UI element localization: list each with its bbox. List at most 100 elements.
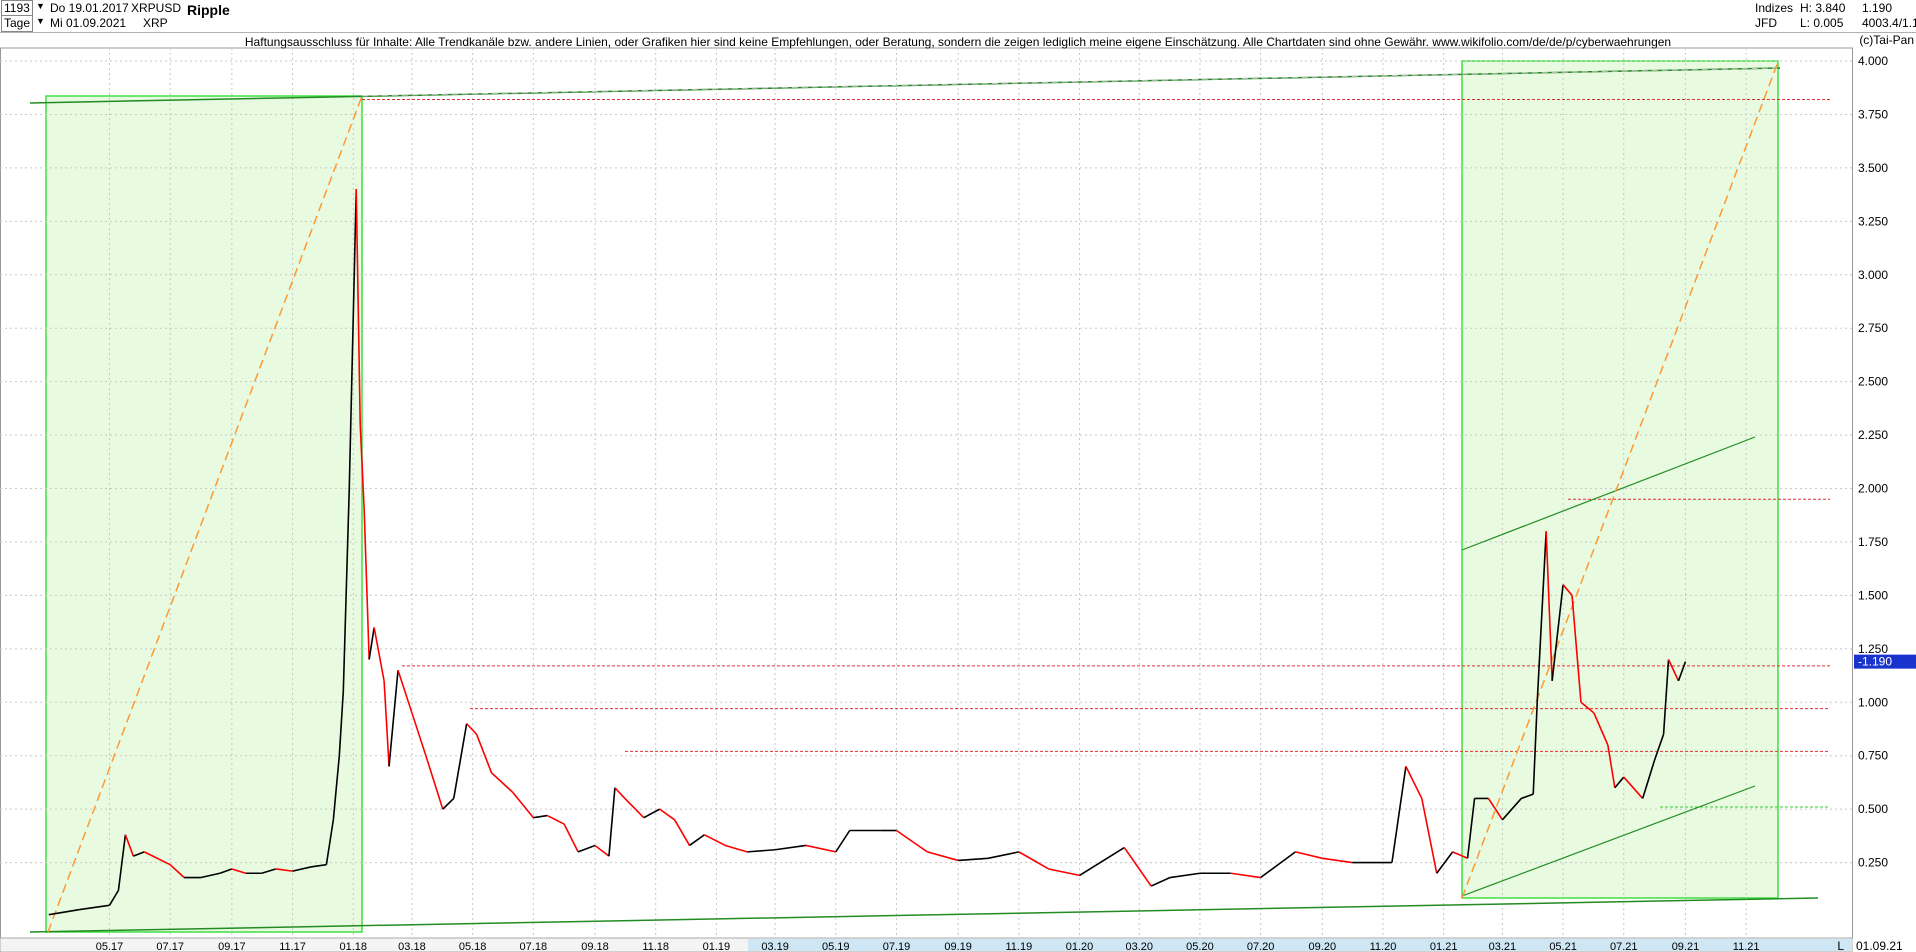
y-tick-label: 3.250 — [1858, 214, 1888, 228]
price-segment — [373, 627, 385, 682]
chart-header: 1193 ▼ Do 19.01.2017 Tage ▼ Mi 01.09.202… — [0, 0, 1916, 33]
price-segment — [577, 844, 596, 853]
x-tick-label: 11.18 — [642, 941, 669, 952]
price-segment — [747, 848, 776, 853]
dropdown-arrow-icon[interactable]: ▼ — [36, 0, 45, 14]
x-tick-label: 01.21 — [1430, 941, 1458, 952]
y-tick-label: 3.500 — [1858, 161, 1888, 175]
price-segment — [624, 797, 645, 819]
x-tick-label: 01.19 — [703, 941, 731, 952]
y-tick-label: 1.500 — [1858, 588, 1888, 602]
y-tick-label: 1.000 — [1858, 695, 1888, 709]
price-segment — [987, 851, 1020, 860]
x-tick-label: 09.17 — [218, 941, 246, 952]
price-segment — [659, 808, 676, 821]
x-tick-label: 05.18 — [459, 941, 487, 952]
high-value: H: 3.840 — [1800, 1, 1846, 15]
price-segment — [1169, 872, 1201, 879]
x-tick-label: 03.19 — [761, 941, 789, 952]
start-date: Do 19.01.2017 — [50, 1, 129, 15]
x-tick-label: 11.21 — [1733, 941, 1760, 952]
price-segment — [425, 755, 444, 810]
y-tick-label: 3.750 — [1858, 107, 1888, 121]
x-tick-label: 09.18 — [581, 941, 609, 952]
x-tick-label: 09.19 — [944, 941, 972, 952]
x-tick-label: 05.19 — [822, 941, 850, 952]
extra-value: 4003.4/1.1 — [1862, 16, 1916, 30]
price-segment — [1405, 766, 1423, 799]
y-tick-label: 4.000 — [1858, 54, 1888, 68]
x-tick-label: 09.20 — [1309, 941, 1337, 952]
price-segment — [1230, 872, 1261, 879]
brand-label: (c)Tai-Pan — [1859, 33, 1914, 47]
y-tick-label: 1.750 — [1858, 535, 1888, 549]
scale-mode-label: L — [1837, 939, 1844, 952]
price-segment — [673, 819, 691, 846]
end-date: Mi 01.09.2021 — [50, 16, 127, 30]
price-segment — [594, 844, 610, 857]
disclaimer-text: Haftungsausschluss für Inhalte: Alle Tre… — [244, 35, 1672, 49]
x-tick-label: 05.20 — [1186, 941, 1214, 952]
last-price-label: -1.190 — [1858, 655, 1892, 669]
x-tick-label: 09.21 — [1672, 941, 1700, 952]
price-segment — [363, 509, 370, 660]
price-segment — [689, 834, 705, 847]
price-segment — [958, 857, 989, 862]
symbol-sub: XRP — [143, 16, 168, 30]
y-tick-label: 0.250 — [1858, 856, 1888, 870]
x-tick-label: 05.21 — [1549, 941, 1577, 952]
price-segment — [1150, 876, 1171, 887]
y-tick-label: 2.000 — [1858, 482, 1888, 496]
price-segment — [1123, 847, 1152, 887]
x-tick-label: 07.20 — [1247, 941, 1275, 952]
price-segment — [442, 797, 455, 810]
symbol: XRPUSD — [131, 1, 182, 15]
x-tick-label: 07.18 — [520, 941, 548, 952]
price-segment — [643, 808, 661, 819]
price-chart[interactable]: 0.2500.5000.7501.0001.2501.5001.7502.000… — [0, 0, 1916, 952]
y-tick-label: 3.000 — [1858, 268, 1888, 282]
footer-date: 01.09.21 — [1856, 939, 1903, 952]
x-tick-label: 03.18 — [398, 941, 426, 952]
dropdown-arrow-icon[interactable]: ▼ — [36, 14, 45, 29]
period-select[interactable]: Tage — [1, 15, 34, 32]
last-value: 1.190 — [1862, 1, 1893, 15]
price-segment — [1018, 851, 1050, 870]
price-segment — [1079, 846, 1125, 877]
price-segment — [546, 814, 565, 825]
source-label: JFD — [1755, 16, 1777, 30]
price-segment — [1048, 868, 1080, 877]
x-tick-label: 03.21 — [1489, 941, 1517, 952]
price-segment — [1421, 798, 1438, 874]
price-segment — [388, 670, 399, 767]
price-segment — [704, 834, 726, 847]
price-segment — [452, 723, 468, 799]
price-segment — [475, 734, 493, 774]
x-tick-label: 01.20 — [1066, 941, 1094, 952]
x-tick-label: 07.21 — [1610, 941, 1638, 952]
price-segment — [466, 723, 478, 735]
y-tick-label: 0.750 — [1858, 749, 1888, 763]
price-segment — [1391, 766, 1407, 863]
y-tick-label: 2.500 — [1858, 375, 1888, 389]
x-tick-label: 11.19 — [1005, 941, 1032, 952]
x-tick-label: 01.18 — [339, 941, 367, 952]
y-tick-label: 2.250 — [1858, 428, 1888, 442]
price-segment — [397, 669, 413, 714]
x-tick-label: 05.17 — [96, 941, 124, 952]
price-segment — [1295, 851, 1323, 860]
price-segment — [563, 823, 579, 853]
price-segment — [368, 627, 375, 660]
price-segment — [805, 844, 836, 853]
group-label: Indizes — [1755, 1, 1794, 15]
price-segment — [927, 851, 959, 862]
y-tick-label: 0.500 — [1858, 802, 1888, 816]
x-tick-label: 11.17 — [279, 941, 306, 952]
price-segment — [614, 787, 626, 799]
low-value: L: 0.005 — [1800, 16, 1844, 30]
price-segment — [725, 844, 748, 853]
price-segment — [1260, 851, 1296, 879]
price-segment — [490, 772, 513, 793]
price-segment — [533, 814, 548, 819]
price-segment — [896, 829, 928, 853]
